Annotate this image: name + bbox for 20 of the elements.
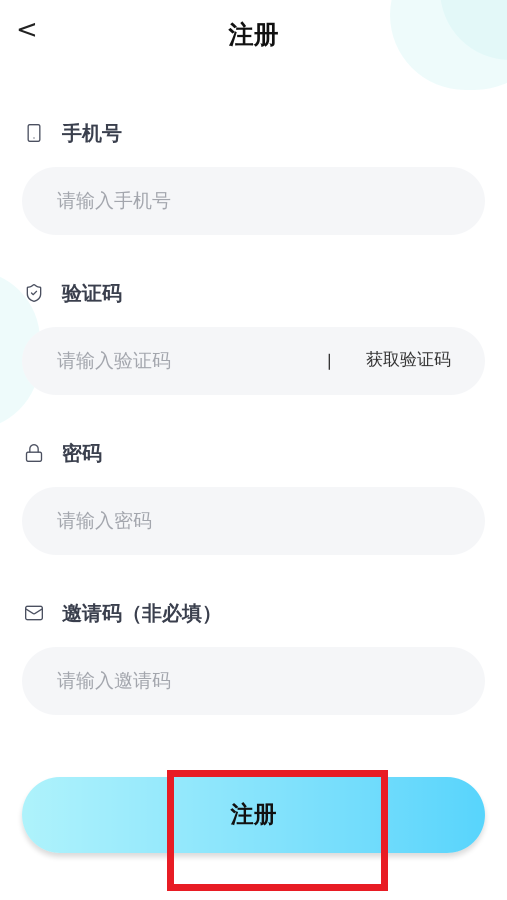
text-input[interactable]: 请输入手机号 — [57, 186, 451, 216]
input-field[interactable]: 请输入邀请码 — [22, 647, 485, 715]
field-label: 手机号 — [62, 120, 122, 147]
text-input[interactable]: 请输入邀请码 — [57, 666, 451, 696]
shield-check-icon — [24, 283, 44, 303]
get-code-button[interactable]: 获取验证码 — [366, 348, 451, 374]
input-field[interactable]: 请输入手机号 — [22, 167, 485, 235]
envelope-icon — [24, 603, 44, 623]
register-button[interactable]: 注册 — [22, 777, 485, 853]
back-button[interactable]: < — [16, 17, 38, 43]
field-label: 邀请码（非必填） — [62, 600, 222, 627]
text-input[interactable]: 请输入密码 — [57, 506, 451, 536]
field-label: 验证码 — [62, 280, 122, 307]
separator: | — [326, 350, 332, 372]
text-input[interactable]: 请输入验证码 — [57, 346, 327, 376]
lock-icon — [24, 443, 44, 463]
input-field[interactable]: 请输入密码 — [22, 487, 485, 555]
input-field[interactable]: 请输入验证码 | 获取验证码 — [22, 327, 485, 395]
field-label: 密码 — [62, 440, 102, 467]
page-title: 注册 — [228, 19, 278, 52]
